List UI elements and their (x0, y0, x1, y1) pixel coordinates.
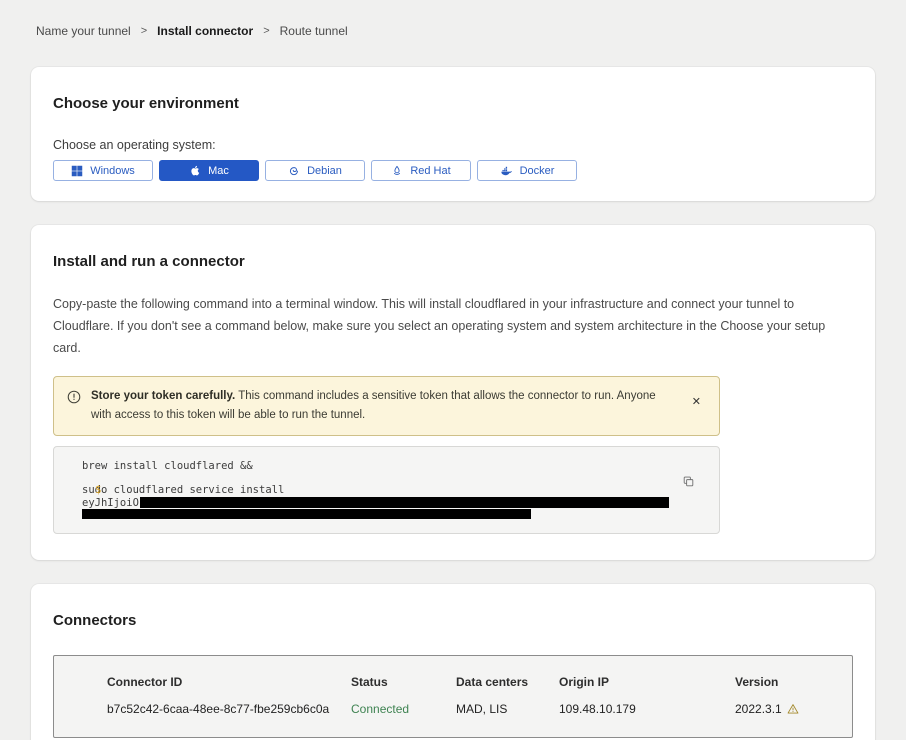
os-button-label: Mac (208, 165, 229, 177)
info-icon (67, 390, 81, 404)
windows-icon (71, 165, 83, 177)
docker-icon (500, 165, 513, 177)
version-value: 2022.3.1 (735, 702, 832, 716)
install-connector-card: Install and run a connector Copy-paste t… (31, 225, 875, 560)
column-header-status: Status (351, 675, 456, 689)
status-badge: Connected (351, 702, 456, 716)
os-button-debian[interactable]: Debian (265, 160, 365, 181)
os-button-label: Debian (307, 165, 342, 177)
column-header-data-centers: Data centers (456, 675, 559, 689)
connector-id-value: b7c52c42-6caa-48ee-8c77-fbe259cb6c0a (107, 702, 351, 716)
connectors-card: Connectors Connector ID Status Data cent… (31, 584, 875, 740)
token-redaction-bar (140, 497, 669, 508)
copy-command-button[interactable] (680, 473, 697, 490)
os-select-label: Choose an operating system: (53, 138, 853, 152)
column-header-connector-id: Connector ID (107, 675, 351, 689)
redhat-icon (391, 165, 403, 177)
connectors-table: Connector ID Status Data centers Origin … (53, 655, 853, 738)
shell-prompt: $ (95, 484, 101, 496)
connectors-table-header: Connector ID Status Data centers Origin … (107, 675, 832, 689)
copy-icon (682, 475, 695, 488)
token-warning-bold: Store your token carefully. (91, 390, 235, 402)
os-button-label: Red Hat (410, 165, 450, 177)
breadcrumb-install-connector[interactable]: Install connector (157, 24, 253, 38)
warning-close-button[interactable]: ✕ (686, 393, 707, 412)
version-number: 2022.3.1 (735, 702, 782, 716)
breadcrumb-name-your-tunnel[interactable]: Name your tunnel (36, 24, 131, 38)
install-connector-title: Install and run a connector (53, 253, 853, 270)
column-header-version: Version (735, 675, 832, 689)
token-warning-banner: Store your token carefully. This command… (53, 376, 720, 436)
install-command-code-block: brew install cloudflared && $ sudo cloud… (53, 446, 720, 534)
token-redaction-bar (82, 509, 531, 519)
connectors-title: Connectors (53, 612, 853, 629)
table-row: b7c52c42-6caa-48ee-8c77-fbe259cb6c0a Con… (107, 702, 832, 716)
os-button-group: Windows Mac Debian (53, 160, 853, 181)
version-warning-icon (787, 703, 799, 715)
os-button-redhat[interactable]: Red Hat (371, 160, 471, 181)
debian-icon (288, 165, 300, 177)
close-icon: ✕ (692, 396, 701, 408)
install-connector-description: Copy-paste the following command into a … (53, 294, 853, 360)
data-centers-value: MAD, LIS (456, 702, 559, 716)
code-line-brew: brew install cloudflared && (82, 460, 669, 472)
os-button-label: Docker (520, 165, 555, 177)
code-line-service-install: sudo cloudflared service install (82, 484, 669, 496)
environment-card: Choose your environment Choose an operat… (31, 67, 875, 201)
token-warning-text: Store your token carefully. This command… (91, 387, 676, 425)
column-header-origin-ip: Origin IP (559, 675, 735, 689)
apple-icon (189, 164, 201, 177)
os-button-windows[interactable]: Windows (53, 160, 153, 181)
os-button-label: Windows (90, 165, 135, 177)
origin-ip-value: 109.48.10.179 (559, 702, 735, 716)
token-prefix: eyJhIjoiO (82, 497, 139, 509)
os-button-mac[interactable]: Mac (159, 160, 259, 181)
breadcrumb-route-tunnel[interactable]: Route tunnel (280, 24, 348, 38)
breadcrumb-separator: > (141, 25, 147, 37)
breadcrumb-separator: > (263, 25, 269, 37)
os-button-docker[interactable]: Docker (477, 160, 577, 181)
environment-card-title: Choose your environment (53, 95, 853, 112)
breadcrumb: Name your tunnel > Install connector > R… (0, 0, 906, 38)
